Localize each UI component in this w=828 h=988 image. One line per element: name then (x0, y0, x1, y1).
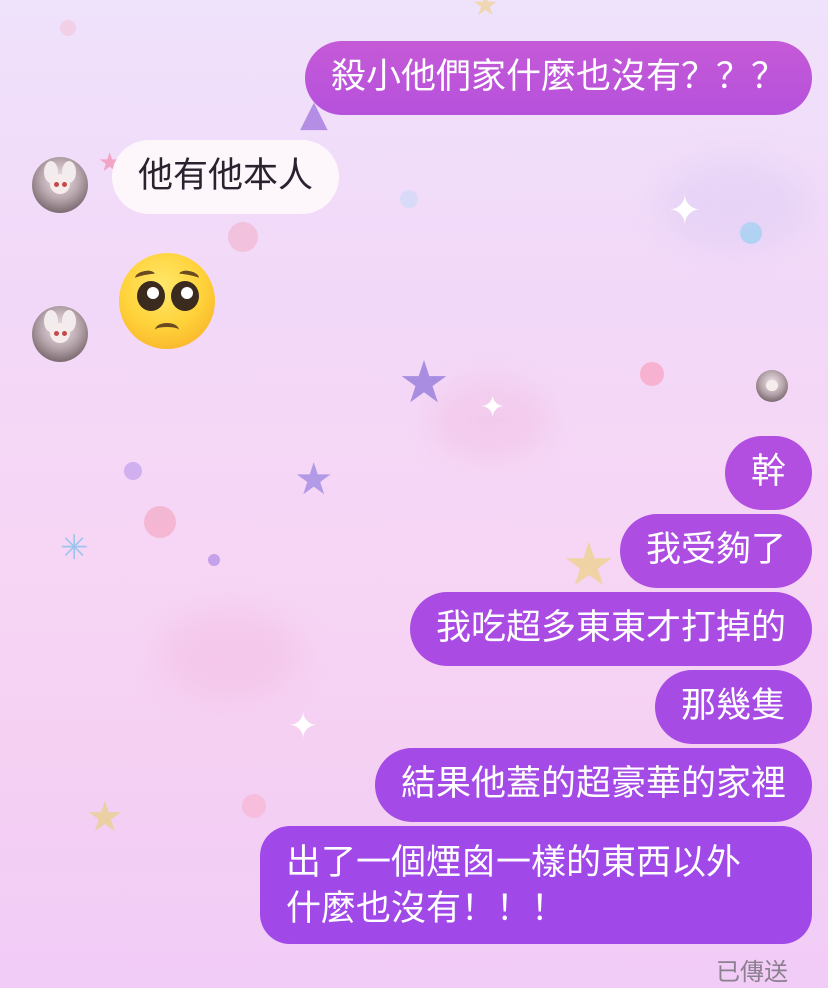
star-decoration: ★ (562, 530, 616, 600)
message-bubble-outgoing[interactable]: 那幾隻 (654, 670, 812, 744)
bokeh-light (60, 20, 76, 36)
emoji-eye-glint (147, 287, 159, 299)
message-line: 出了一個煙囪一樣的東西以外 (286, 843, 742, 883)
bokeh-light (144, 506, 176, 538)
contact-avatar[interactable] (32, 306, 88, 362)
emoji-mouth (155, 323, 179, 337)
avatar-face (49, 322, 71, 343)
bokeh-light (242, 794, 266, 818)
bokeh-blur (160, 610, 300, 700)
bokeh-light (124, 462, 142, 480)
bokeh-light (640, 362, 664, 386)
avatar-face (49, 173, 71, 194)
bokeh-light (740, 222, 762, 244)
bokeh-light (400, 190, 418, 208)
avatar-face (766, 379, 778, 392)
bokeh-blur (430, 380, 550, 460)
read-receipt-avatar (756, 370, 788, 402)
star-decoration: ★ (86, 792, 124, 841)
contact-avatar[interactable] (32, 157, 88, 213)
sparkle-decoration: ✦ (668, 188, 702, 234)
pleading-face-icon[interactable] (119, 253, 215, 349)
message-bubble-incoming[interactable]: 他有他本人 (112, 140, 340, 214)
message-bubble-outgoing[interactable]: 殺小他們家什麼也沒有？？？ (304, 41, 812, 115)
bokeh-blur (660, 160, 810, 250)
star-decoration: ★ (294, 454, 334, 505)
bokeh-light (208, 554, 220, 566)
star-decoration: ★ (398, 348, 450, 416)
sparkle-decoration: ✳ (60, 528, 89, 568)
message-line: 什麼也沒有！！！ (286, 889, 567, 929)
message-bubble-outgoing[interactable]: 結果他蓋的超豪華的家裡 (374, 748, 812, 822)
emoji-eye-glint (181, 287, 193, 299)
sent-status: 已傳送 (716, 958, 788, 986)
message-bubble-outgoing[interactable]: 幹 (724, 436, 812, 510)
sparkle-decoration: ✦ (288, 706, 319, 747)
message-bubble-outgoing[interactable]: 我受夠了 (619, 514, 812, 588)
message-bubble-outgoing[interactable]: 出了一個煙囪一樣的東西以外 什麼也沒有！！！ (260, 826, 812, 944)
bokeh-light (228, 222, 258, 252)
sparkle-decoration: ✦ (480, 390, 506, 425)
message-bubble-outgoing[interactable]: 我吃超多東東才打掉的 (409, 592, 812, 666)
star-decoration: ★ (472, 0, 499, 23)
